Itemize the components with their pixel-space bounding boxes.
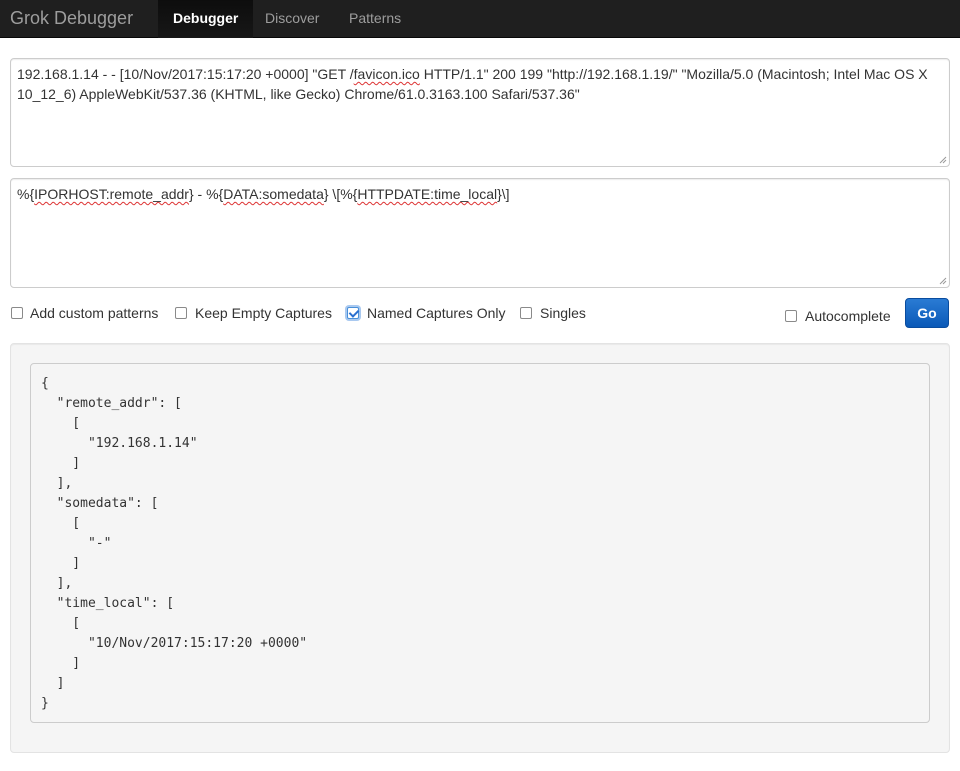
singles-label[interactable]: Singles <box>540 303 586 323</box>
tab-discover[interactable]: Discover <box>250 0 334 38</box>
pattern-text: } - %{ <box>188 186 224 202</box>
autocomplete-label[interactable]: Autocomplete <box>805 306 891 326</box>
singles-option[interactable]: Singles <box>520 303 590 323</box>
named-captures-only-option[interactable]: Named Captures Only <box>346 303 511 323</box>
json-output: { "remote_addr": [ [ "192.168.1.14" ] ],… <box>30 363 930 723</box>
add-custom-patterns-label[interactable]: Add custom patterns <box>30 303 158 323</box>
keep-empty-captures-checkbox[interactable] <box>175 307 187 319</box>
named-captures-only-checkbox[interactable] <box>347 307 359 319</box>
resize-grip-icon[interactable] <box>939 277 947 285</box>
pattern-text-misspelled: IPORHOST:remote_addr <box>34 186 189 202</box>
pattern-text: }\] <box>497 186 510 202</box>
tab-debugger[interactable]: Debugger <box>158 0 254 38</box>
singles-checkbox[interactable] <box>520 307 532 319</box>
navbar: Grok Debugger Debugger Discover Patterns <box>0 0 960 38</box>
tab-patterns[interactable]: Patterns <box>334 0 416 38</box>
keep-empty-captures-option[interactable]: Keep Empty Captures <box>175 303 340 323</box>
autocomplete-checkbox[interactable] <box>785 310 797 322</box>
keep-empty-captures-label[interactable]: Keep Empty Captures <box>195 303 332 323</box>
brand-title[interactable]: Grok Debugger <box>10 0 133 38</box>
add-custom-patterns-checkbox[interactable] <box>11 307 23 319</box>
sample-text-start: 192.168.1.14 - - [10/Nov/2017:15:17:20 +… <box>17 66 354 82</box>
resize-grip-icon[interactable] <box>939 156 947 164</box>
named-captures-only-label[interactable]: Named Captures Only <box>367 303 506 323</box>
pattern-text: %{ <box>17 186 35 202</box>
go-button[interactable]: Go <box>905 298 949 328</box>
pattern-text-misspelled: DATA:somedata <box>223 186 324 202</box>
pattern-text-misspelled: HTTPDATE:time_local <box>357 186 498 202</box>
sample-input[interactable]: 192.168.1.14 - - [10/Nov/2017:15:17:20 +… <box>10 58 950 167</box>
autocomplete-option[interactable]: Autocomplete <box>785 306 895 326</box>
add-custom-patterns-option[interactable]: Add custom patterns <box>10 303 170 323</box>
pattern-text: } \[%{ <box>323 186 358 202</box>
sample-text-misspelled: favicon.ico <box>353 66 420 82</box>
pattern-input[interactable]: %{IPORHOST:remote_addr} - %{DATA:somedat… <box>10 178 950 288</box>
